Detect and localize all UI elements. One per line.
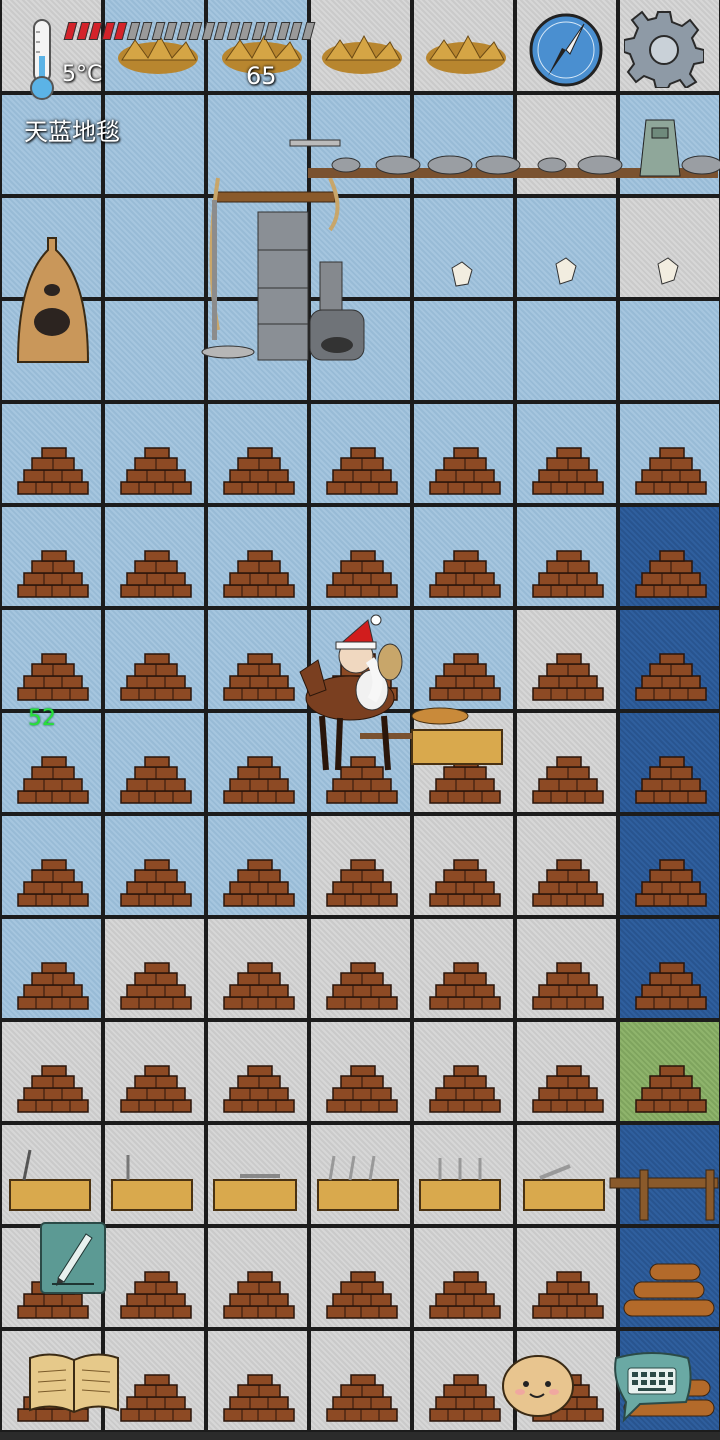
food-pip-empty (301, 22, 315, 40)
dough-item[interactable] (657, 257, 679, 285)
gear-icon[interactable] (624, 8, 704, 88)
food-value: 65 (246, 62, 277, 90)
food-pip-empty (163, 22, 178, 40)
food-pip-empty (276, 22, 290, 40)
dough-item[interactable] (451, 261, 473, 287)
food-pip-filled (101, 22, 115, 40)
food-pip-empty (251, 22, 265, 40)
keyboard-chat-icon[interactable] (610, 1350, 694, 1424)
compass-icon[interactable] (526, 10, 606, 90)
food-pip-empty (151, 22, 165, 40)
tool-crates-row[interactable] (9, 1149, 719, 1221)
hay-pile[interactable] (426, 34, 506, 74)
age-readout: 52 (28, 706, 56, 731)
food-pip-empty (188, 22, 203, 40)
food-pip-filled (113, 22, 128, 40)
food-pip-empty (176, 22, 190, 40)
thermometer-icon (30, 19, 54, 100)
food-pip-filled (76, 22, 90, 40)
location-label: 天蓝地毯 (24, 118, 120, 146)
food-pip-empty (238, 22, 253, 40)
food-pip-empty (213, 22, 228, 40)
food-meter (63, 20, 318, 42)
bronze-coin-item[interactable] (639, 119, 681, 177)
world-objects (9, 34, 720, 1417)
game-viewport[interactable]: 5°C 65 天蓝地毯 52 (0, 0, 720, 1440)
food-pip-empty (201, 22, 215, 40)
food-pip-empty (226, 22, 240, 40)
book-icon[interactable] (26, 1350, 122, 1416)
food-pip-filled (88, 22, 103, 40)
temperature-readout: 5°C (62, 62, 103, 87)
pencil-icon[interactable] (40, 1222, 106, 1294)
hay-pile[interactable] (322, 34, 402, 74)
emote-face-icon[interactable] (500, 1352, 576, 1418)
player-on-horse[interactable] (299, 614, 503, 771)
clay-kiln[interactable] (16, 237, 90, 363)
food-pip-empty (126, 22, 140, 40)
dough-item[interactable] (555, 257, 577, 285)
food-pip-empty (288, 22, 303, 40)
food-pip-empty (263, 22, 278, 40)
food-pip-empty (138, 22, 153, 40)
food-pip-filled (63, 22, 78, 40)
